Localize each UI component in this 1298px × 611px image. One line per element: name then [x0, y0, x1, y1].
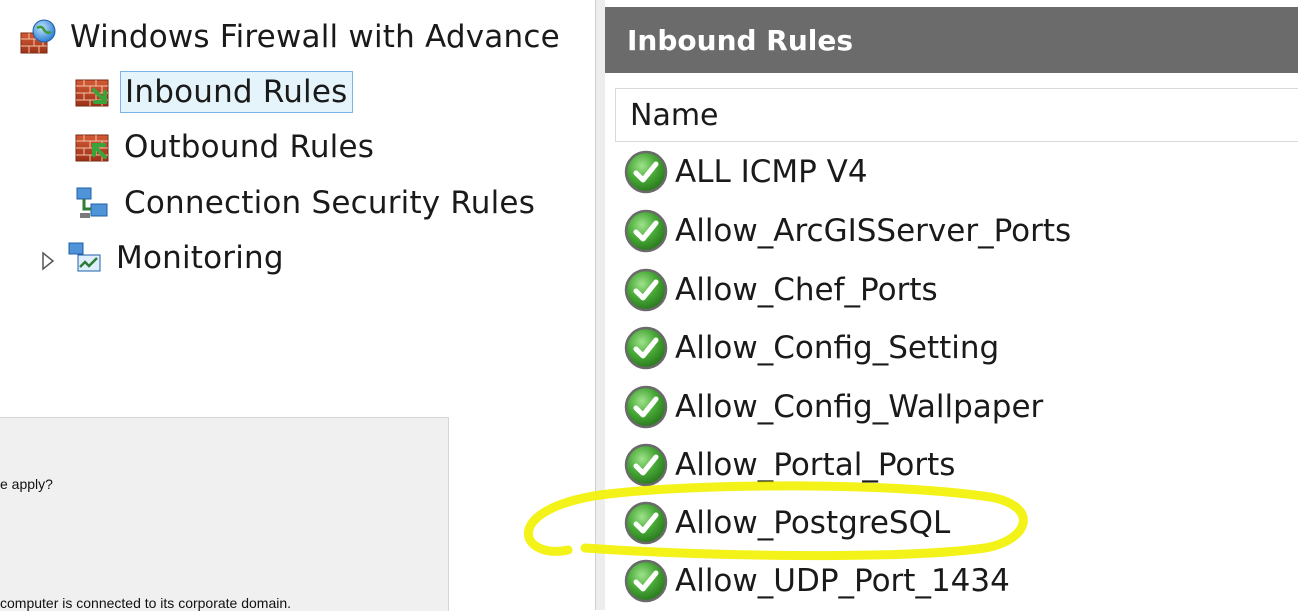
- rule-name: Allow_Config_Setting: [675, 330, 1000, 366]
- tree-item-firewall-root[interactable]: Windows Firewall with Advance: [20, 17, 564, 57]
- tree-root-label: Windows Firewall with Advance: [70, 19, 560, 55]
- monitoring-icon: [68, 242, 101, 272]
- tree-item-label: Outbound Rules: [124, 129, 375, 165]
- enabled-check-icon: [623, 500, 669, 546]
- inbound-rules-icon: [74, 74, 110, 110]
- expand-arrow-icon[interactable]: [40, 251, 56, 271]
- tree-item-outbound-rules[interactable]: Outbound Rules: [74, 127, 378, 167]
- enabled-check-icon: [623, 442, 669, 488]
- rule-name: Allow_UDP_Port_1434: [675, 563, 1010, 599]
- tree-item-inbound-rules[interactable]: Inbound Rules: [74, 71, 353, 113]
- column-header-name[interactable]: Name: [615, 88, 1298, 142]
- enabled-check-icon: [623, 149, 669, 195]
- table-row[interactable]: Allow_Config_Setting: [623, 319, 999, 377]
- table-row-highlighted[interactable]: Allow_PostgreSQL: [623, 494, 950, 552]
- tree-item-connection-security-rules[interactable]: Connection Security Rules: [74, 183, 539, 223]
- rule-name: Allow_PostgreSQL: [675, 505, 951, 541]
- enabled-check-icon: [623, 384, 669, 430]
- enabled-check-icon: [623, 208, 669, 254]
- table-row[interactable]: Allow_Config_Wallpaper: [623, 378, 1043, 436]
- table-row[interactable]: ALL ICMP V4: [623, 143, 868, 201]
- navigation-tree: Windows Firewall with Advance Inbound Ru…: [0, 0, 595, 611]
- wizard-domain-description: computer is connected to its corporate d…: [0, 595, 292, 611]
- enabled-check-icon: [623, 558, 669, 604]
- rule-name: Allow_Chef_Ports: [675, 272, 938, 308]
- tree-item-label: Monitoring: [116, 240, 284, 276]
- wizard-dialog-fragment: e apply? computer is connected to its co…: [0, 417, 449, 611]
- rule-name: Allow_ArcGISServer_Ports: [675, 213, 1072, 249]
- enabled-check-icon: [623, 267, 669, 313]
- pane-title: Inbound Rules: [605, 7, 1298, 73]
- tree-item-monitoring[interactable]: Monitoring: [40, 238, 288, 278]
- rule-name: Allow_Portal_Ports: [675, 447, 956, 483]
- enabled-check-icon: [623, 325, 669, 371]
- tree-item-label: Connection Security Rules: [124, 185, 536, 221]
- firewall-globe-icon: [20, 19, 56, 54]
- rule-name: Allow_Config_Wallpaper: [675, 389, 1044, 425]
- rule-name: ALL ICMP V4: [675, 154, 868, 190]
- table-row[interactable]: Allow_UDP_Port_1434: [623, 552, 1010, 610]
- table-row[interactable]: Allow_Portal_Ports: [623, 436, 955, 494]
- wizard-question-text: e apply?: [0, 476, 53, 492]
- tree-item-label: Inbound Rules: [120, 71, 353, 113]
- connection-security-icon: [76, 187, 108, 218]
- table-row[interactable]: Allow_Chef_Ports: [623, 261, 938, 319]
- outbound-rules-icon: [74, 129, 110, 165]
- rules-pane: Inbound Rules Name ALL ICMP V4 Allow_Arc…: [605, 0, 1298, 610]
- table-row[interactable]: Allow_ArcGISServer_Ports: [623, 202, 1071, 260]
